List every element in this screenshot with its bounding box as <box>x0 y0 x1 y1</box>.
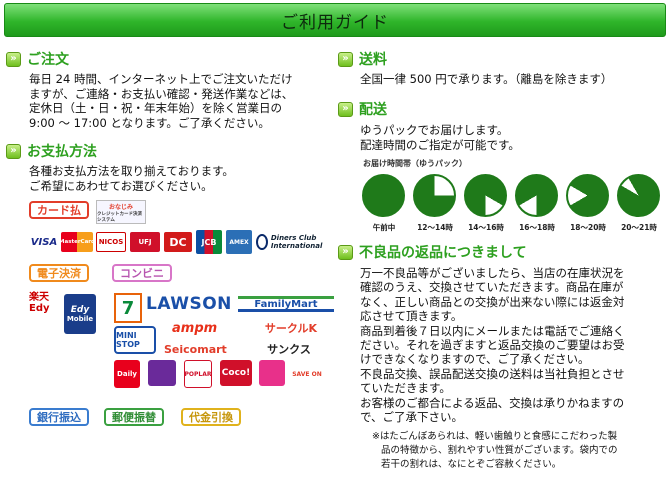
payment-text: 各種お支払方法を取り揃えております。 ご希望にあわせてお選びください。 <box>29 164 339 193</box>
shipping-heading: » 送料 <box>338 48 387 70</box>
note-line: 品の特徴から、割れやすい性質がございます。袋内での <box>381 445 618 456</box>
returns-title: 不良品の返品につきまして <box>359 245 527 261</box>
jcb-logo: JCB <box>196 230 222 254</box>
credit-badge-bottom: クレジットカード決済システム <box>97 211 142 223</box>
edy-mobile-logo: Edy Mobile <box>64 294 96 334</box>
returns-line: 万一不良品等がございましたら、当店の在庫状況を <box>360 266 625 280</box>
lawson-logo: LAWSON <box>146 294 232 314</box>
shipping-line: 全国一律 500 円で承ります。（離島を除きます） <box>360 72 613 86</box>
returns-line: けできなくなりますので、ご了承ください。 <box>360 352 590 367</box>
returns-note: ※はたごんぼあられは、軽い歯触りと食感にこだわった製 品の特徴から、割れやすい性… <box>372 430 665 472</box>
payment-line: 各種お支払方法を取り揃えております。 <box>29 164 234 178</box>
time-slot-label: 20〜21時 <box>621 223 657 232</box>
order-text: 毎日 24 時間、インターネット上でご注文いただけ ますが、ご連絡・お支払い確認… <box>29 72 339 130</box>
store-logo-pink <box>259 360 285 386</box>
returns-line: なく、正しい商品との交換が出来ない際には返金対 <box>360 294 625 309</box>
time-slot-pie <box>413 174 456 217</box>
sunkus-logo: サンクス <box>267 343 311 356</box>
ampm-logo: ampm <box>172 321 218 336</box>
delivery-title: 配送 <box>359 102 387 118</box>
shipping-title: 送料 <box>359 52 387 68</box>
delivery-heading: » 配送 <box>338 98 387 120</box>
ministop-logo: MINI STOP <box>114 326 156 354</box>
card-payment-label: カード払 <box>29 201 89 219</box>
cod-label: 代金引換 <box>181 408 241 426</box>
familymart-logo: FamilyMart <box>238 296 334 312</box>
delivery-line: ゆうパックでお届けします。 <box>360 123 509 137</box>
page-title: ご利用ガイド <box>281 12 389 33</box>
note-line: ※はたごんぼあられは、軽い歯触りと食感にこだわった製 <box>372 431 618 442</box>
bank-transfer-label: 銀行振込 <box>29 408 89 426</box>
double-chevron-icon: » <box>338 101 353 117</box>
diners-text: Diners Club International <box>270 234 323 250</box>
order-line: ますが、ご連絡・お支払い確認・発送作業などは、 <box>29 86 294 101</box>
returns-text: 万一不良品等がございましたら、当店の在庫状況を 確認のうえ、交換させていただきま… <box>360 266 665 424</box>
time-slot-label: 14〜16時 <box>468 223 504 232</box>
delivery-line: 配達時間のご指定が可能です。 <box>360 137 520 152</box>
double-chevron-icon: » <box>338 244 353 260</box>
time-slot-label: 16〜18時 <box>519 223 555 232</box>
saveon-logo: SAVE ON <box>292 360 322 388</box>
time-slot-label: 12〜14時 <box>417 223 453 232</box>
store-logo-purple <box>148 360 176 386</box>
time-slot-pie <box>362 174 405 217</box>
credit-badge-top: おなじみ <box>108 203 133 211</box>
diners-circle-icon <box>256 234 268 250</box>
shipping-text: 全国一律 500 円で承ります。（離島を除きます） <box>360 72 665 87</box>
returns-line: 商品到着後７日以内にメールまたは電話でご連絡く <box>360 323 625 338</box>
mobile-text: Mobile <box>66 315 94 323</box>
nicos-logo: NICOS <box>96 232 126 252</box>
payment-title: お支払方法 <box>27 144 97 160</box>
poplar-logo: POPLAR <box>184 360 212 388</box>
time-slot-pie <box>617 174 660 217</box>
order-heading: » ご注文 <box>6 48 69 70</box>
returns-line: お客様のご都合による返品、交換は承りかねますの <box>360 395 625 410</box>
time-slot-caption: お届け時間帯（ゆうパック） <box>363 159 467 168</box>
rakuten-logo: 楽天 Edy <box>29 292 50 314</box>
time-slot-label: 18〜20時 <box>570 223 606 232</box>
ufj-logo: UFJ <box>130 232 160 252</box>
returns-heading: » 不良品の返品につきまして <box>338 241 527 263</box>
payment-line: ご希望にあわせてお選びください。 <box>29 178 213 193</box>
visa-logo: VISA <box>30 236 58 248</box>
guide-banner: ご利用ガイド <box>4 3 666 37</box>
returns-line: ていただきます。 <box>360 381 451 396</box>
double-chevron-icon: » <box>6 51 21 67</box>
convenience-label: コンビニ <box>112 264 172 282</box>
double-chevron-icon: » <box>6 143 21 159</box>
delivery-text: ゆうパックでお届けします。 配達時間のご指定が可能です。 <box>360 123 665 152</box>
e-payment-label: 電子決済 <box>29 264 89 282</box>
order-line: 毎日 24 時間、インターネット上でご注文いただけ <box>29 72 293 86</box>
time-slot-pie <box>464 174 507 217</box>
returns-line: 応させて頂きます。 <box>360 309 463 324</box>
order-line: 9:00 〜 17:00 となります。ご了承ください。 <box>29 115 270 130</box>
returns-line: ださい。それを過ぎますと返品交換のご要望はお受 <box>360 338 625 353</box>
credit-card-badge: おなじみ クレジットカード決済システム <box>96 200 146 224</box>
seven-eleven-logo: 7 <box>114 293 142 323</box>
note-line: 若干の割れは、なにとぞご容赦ください。 <box>381 459 562 470</box>
payment-heading: » お支払方法 <box>6 140 97 162</box>
postal-transfer-label: 郵便振替 <box>104 408 164 426</box>
double-chevron-icon: » <box>338 51 353 67</box>
mastercard-logo: MasterCard <box>59 232 95 252</box>
time-slot-pie <box>566 174 609 217</box>
circle-k-logo: サークルK <box>264 322 318 335</box>
time-slot-pie <box>515 174 558 217</box>
edy-text: Edy <box>70 305 90 315</box>
returns-line: で、ご了承下さい。 <box>360 410 464 425</box>
order-line: 定休日（土・日・祝・年末年始）を除く営業日の <box>29 101 282 116</box>
returns-line: 確認のうえ、交換させていただきます。商品在庫が <box>360 280 624 295</box>
coco-logo: Coco! <box>220 360 252 386</box>
daily-logo: Daily <box>114 360 140 388</box>
returns-line: 不良品交換、誤品配送交換の送料は当社負担とさせ <box>360 366 625 381</box>
amex-logo: AMEX <box>226 230 252 254</box>
dc-logo: DC <box>164 232 192 252</box>
time-slot-label: 午前中 <box>372 223 396 232</box>
seicomart-logo: Seicomart <box>164 343 227 356</box>
time-slot-chart: 午前中 12〜14時 14〜16時 16〜18時 18〜20時 20〜21時 <box>362 174 662 232</box>
diners-logo: Diners Club International <box>256 231 336 253</box>
order-title: ご注文 <box>27 52 69 68</box>
